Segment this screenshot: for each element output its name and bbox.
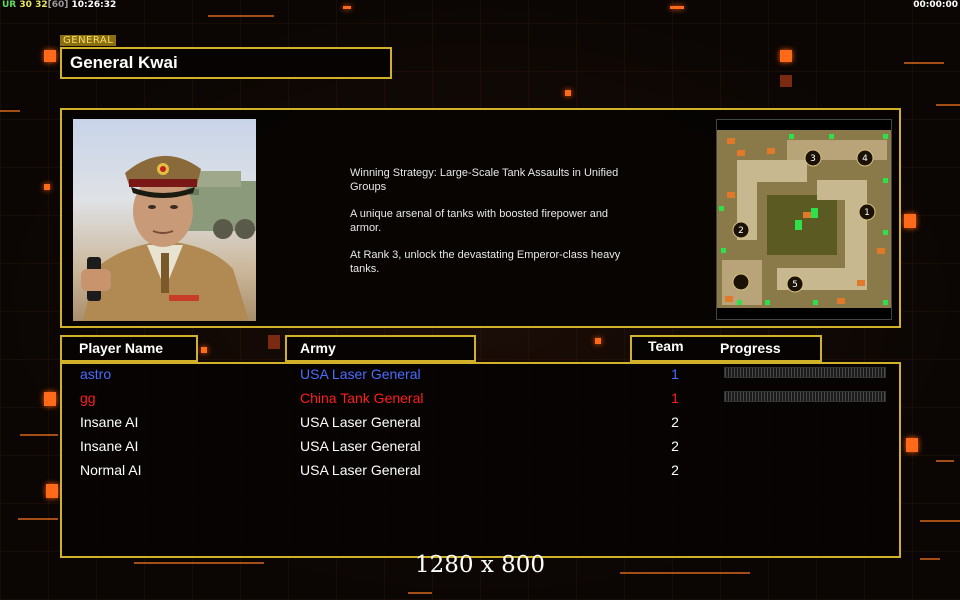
general-name: General Kwai [70,53,178,72]
players-table: astro USA Laser General 1 gg China Tank … [60,362,901,558]
accent-square [201,347,207,353]
player-team: 2 [671,438,679,454]
player-army: USA Laser General [300,414,421,430]
player-team: 2 [671,414,679,430]
general-info-panel: Winning Strategy: Large-Scale Tank Assau… [60,108,901,328]
accent-square [780,50,792,62]
start-position-3: 3 [810,154,816,164]
general-tag: GENERAL [60,35,117,46]
accent-square [44,392,56,406]
army-header-label: Army [300,340,336,356]
progress-bar [724,391,886,402]
accent-line [20,434,58,436]
player-army: USA Laser General [300,462,421,478]
accent-line [408,592,432,594]
table-row: Normal AI USA Laser General 2 [62,458,899,482]
rank-text: At Rank 3, unlock the devastating Empero… [350,249,621,275]
team-progress-header: Team Progress [630,335,822,362]
table-row: gg China Tank General 1 [62,386,899,410]
player-name: astro [80,366,112,382]
accent-line [920,520,960,522]
player-name: Normal AI [80,462,142,478]
table-row: Insane AI USA Laser General 2 [62,410,899,434]
accent-square [595,338,601,344]
player-army: USA Laser General [300,438,421,454]
accent-square [904,214,916,228]
player-team: 2 [671,462,679,478]
accent-square [780,75,792,87]
accent-line [18,518,58,520]
minimap: 1 2 3 4 5 [716,119,892,320]
start-position-4: 4 [862,154,868,164]
player-name: Insane AI [80,438,139,454]
accent-square [46,484,58,498]
player-name-header: Player Name [60,335,198,362]
status-bar: UR 30 32[60] 10:26:32 00:00:00 [0,0,960,11]
accent-square [565,90,571,96]
start-position-2: 2 [738,226,744,236]
player-team: 1 [671,366,679,382]
general-portrait [73,119,256,321]
accent-square [906,438,918,452]
table-row: astro USA Laser General 1 [62,362,899,386]
player-army: China Tank General [300,390,424,406]
arsenal-text: A unique arsenal of tanks with boosted f… [350,208,609,234]
general-portrait-image [81,155,256,321]
fps-counter: UR 30 32[60] 10:26:32 [2,0,117,10]
resolution-label: 1280 x 800 [414,552,546,578]
accent-square [268,335,280,349]
game-clock: 00:00:00 [913,0,958,10]
table-row: Insane AI USA Laser General 2 [62,434,899,458]
player-army: USA Laser General [300,366,421,382]
team-header-label: Team [648,338,684,354]
accent-line [208,15,274,17]
player-team: 1 [671,390,679,406]
progress-header-label: Progress [720,340,781,356]
start-position-1: 1 [864,208,870,218]
start-position-5: 5 [792,280,798,290]
accent-line [936,460,954,462]
general-name-box: General Kwai [60,47,392,79]
strategy-text: Winning Strategy: Large-Scale Tank Assau… [350,167,619,193]
accent-line [0,110,20,112]
accent-square [44,184,50,190]
general-description: Winning Strategy: Large-Scale Tank Assau… [350,166,640,289]
army-header: Army [285,335,476,362]
player-name-header-label: Player Name [79,340,164,356]
player-name: Insane AI [80,414,139,430]
minimap-image: 1 2 3 4 5 [717,120,891,319]
player-name: gg [80,390,96,406]
accent-line [904,62,944,64]
accent-line [936,104,960,106]
progress-bar [724,367,886,378]
accent-square [44,50,56,62]
